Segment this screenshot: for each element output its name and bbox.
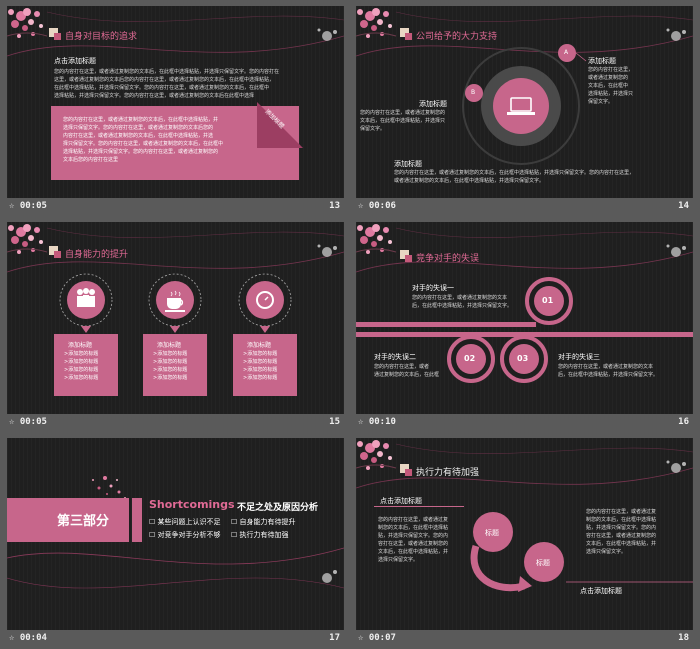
timing-label: ☆ 00:10 [358, 417, 396, 427]
slide-footer: ☆ 00:10 16 [356, 414, 693, 431]
slide-subtitle: 点击添加标题 [54, 57, 96, 65]
title-square-icon [405, 469, 412, 476]
feature-card: 添加标题 >添加您的标题 >添加您的标题 >添加您的标题 >添加您的标题 [233, 334, 297, 396]
slide-thumbnail-14[interactable]: 公司给予的大力支持 A B 添加标题 您的内容打在这里， 或者通过复制您的 文本后… [356, 6, 693, 215]
section-title: 第三部分 [57, 514, 110, 529]
mistake-3-text: 您的内容打在这里，或者通过复制您的文本 后，在此框中选择粘贴，并选择只保留文字。 [558, 364, 659, 378]
title-square-icon [405, 33, 412, 40]
slide-canvas: 自身对目标的追求 点击添加标题 您的内容打在这里，或者通过复制您的文本后，在此框… [7, 6, 344, 198]
point-b-heading: 添加标题 [419, 100, 447, 108]
slide-canvas: 第三部分 Shortcomings 不足之处及原因分析 ☐ 某些问题上认识不足 … [7, 438, 344, 630]
checklist-item: ☐ 某些问题上认识不足 [149, 518, 221, 526]
mistake-2-text: 您的内容打在这里，或者 通过复制您的文本后，在此框 [374, 364, 440, 378]
card-list: >添加您的标题 >添加您的标题 >添加您的标题 >添加您的标题 [64, 351, 99, 381]
slide-footer: ☆ 00:06 14 [356, 198, 693, 215]
mistake-2-heading: 对手的失误二 [374, 353, 416, 361]
card-heading: 添加标题 [68, 342, 93, 349]
timing-label: ☆ 00:05 [9, 417, 47, 427]
feature-card: 添加标题 >添加您的标题 >添加您的标题 >添加您的标题 >添加您的标题 [143, 334, 207, 396]
point-c-heading: 添加标题 [394, 160, 422, 168]
mistake-3-heading: 对手的失误三 [558, 353, 600, 361]
checklist-item: ☐ 执行力有待加强 [231, 531, 289, 539]
step-02: 02 [464, 354, 476, 363]
timing-label: ☆ 00:06 [358, 201, 396, 211]
flower-decoration-icon [356, 439, 397, 471]
body-text: 您的内容打在这里，或者通过复制您的文本后，在此框中选择粘贴，并选择只保留文字。您… [54, 69, 280, 99]
slide-footer: ☆ 00:07 18 [356, 630, 693, 647]
title-square-icon [54, 33, 61, 40]
bubble-1-label: 标题 [485, 529, 499, 537]
checklist-item: ☐ 对竞争对手分析不够 [149, 531, 221, 539]
mistake-1-text: 您的内容打在这里，或者通过复制您的文本 后，在此框中选择粘贴，并选择只保留文字。 [412, 295, 513, 309]
left-text: 您的内容打在这里，或者通过复 制您的文本后，在此框中选择粘 贴，并选择只保留文字。… [378, 517, 449, 563]
slide-canvas: 公司给予的大力支持 A B 添加标题 您的内容打在这里， 或者通过复制您的 文本后… [356, 6, 693, 198]
slide-thumbnail-18[interactable]: 执行力有待加强 点击添加标题 您的内容打在这里，或者通过复 制您的文本后，在此框中… [356, 438, 693, 647]
slide-canvas: 执行力有待加强 点击添加标题 您的内容打在这里，或者通过复 制您的文本后，在此框中… [356, 438, 693, 630]
feature-card: 添加标题 >添加您的标题 >添加您的标题 >添加您的标题 >添加您的标题 [54, 334, 118, 396]
slide-title: 执行力有待加强 [416, 467, 480, 478]
mistake-1-heading: 对手的失误一 [412, 284, 454, 292]
people-icon [59, 273, 113, 327]
point-c-text: 您的内容打在这里，或者通过复制您的文本后，在此框中选择粘贴，并选择只保留文字。您… [394, 170, 635, 184]
card-heading: 添加标题 [247, 342, 272, 349]
slide-title: 自身能力的提升 [65, 249, 129, 260]
slide-canvas: 竞争对手的失误 01 02 03 对手的失误一 您的内容打在这里，或者通过复制您… [356, 222, 693, 414]
marker-b: B [471, 89, 476, 96]
title-square-icon [405, 255, 412, 262]
timing-label: ☆ 00:04 [9, 633, 47, 643]
slide-footer: ☆ 00:05 13 [7, 198, 344, 215]
slide-footer: ☆ 00:05 15 [7, 414, 344, 431]
right-text: 您的内容打在这里，或者通过复 制您的文本后，在此框中选择粘 贴，并选择只保留文字。… [586, 509, 657, 555]
bubble-2-label: 标题 [536, 559, 550, 567]
title-square-icon [54, 251, 61, 258]
slide-title: 自身对目标的追求 [65, 31, 138, 42]
flower-decoration-icon [7, 7, 48, 39]
slide-thumbnail-17[interactable]: 第三部分 Shortcomings 不足之处及原因分析 ☐ 某些问题上认识不足 … [7, 438, 344, 647]
timing-label: ☆ 00:07 [358, 633, 396, 643]
slide-number: 14 [678, 201, 689, 211]
slide-title: 公司给予的大力支持 [416, 31, 498, 42]
point-a-heading: 添加标题 [588, 57, 616, 65]
timing-label: ☆ 00:05 [9, 201, 47, 211]
slide-number: 13 [329, 201, 340, 211]
slide-thumbnail-15[interactable]: 自身能力的提升 添加标题 >添加您的标题 >添加您的标题 >添加您的标题 >添加… [7, 222, 344, 431]
step-03: 03 [517, 354, 529, 363]
section-heading-en: Shortcomings [149, 498, 235, 511]
marker-a: A [564, 49, 569, 56]
bottom-heading: 点击添加标题 [580, 587, 622, 595]
point-b-text: 您的内容打在这里，或者通过复制您的 文本后，在此框中选择粘贴，并选择只 保留文字。 [360, 110, 446, 132]
flower-decoration-icon [7, 223, 48, 255]
slide-footer: ☆ 00:04 17 [7, 630, 344, 647]
divider [374, 506, 464, 507]
step-01: 01 [542, 296, 554, 305]
coffee-icon [148, 273, 202, 327]
clock-icon [238, 273, 292, 327]
box-text: 您的内容打在这里，或者通过复制您的文本后，在此框中选择粘贴，并 选择只保留文字。您… [63, 117, 224, 163]
checklist-item: ☐ 自身能力有待提升 [231, 518, 296, 526]
slide-title: 竞争对手的失误 [416, 253, 480, 264]
card-list: >添加您的标题 >添加您的标题 >添加您的标题 >添加您的标题 [153, 351, 188, 381]
flower-decoration-icon [356, 223, 397, 255]
flower-decoration-icon [356, 7, 397, 39]
slide-number: 18 [678, 633, 689, 643]
slide-canvas: 自身能力的提升 添加标题 >添加您的标题 >添加您的标题 >添加您的标题 >添加… [7, 222, 344, 414]
section-heading: 点击添加标题 [380, 497, 422, 505]
slide-thumbnail-16[interactable]: 竞争对手的失误 01 02 03 对手的失误一 您的内容打在这里，或者通过复制您… [356, 222, 693, 431]
slide-number: 16 [678, 417, 689, 427]
banner-accent [132, 498, 142, 542]
slide-number: 15 [329, 417, 340, 427]
card-heading: 添加标题 [157, 342, 182, 349]
slide-thumbnail-13[interactable]: 自身对目标的追求 点击添加标题 您的内容打在这里，或者通过复制您的文本后，在此框… [7, 6, 344, 215]
slide-number: 17 [329, 633, 340, 643]
section-heading-cn: 不足之处及原因分析 [237, 503, 319, 513]
card-list: >添加您的标题 >添加您的标题 >添加您的标题 >添加您的标题 [243, 351, 278, 381]
point-a-text: 您的内容打在这里， 或者通过复制您的 文本后，在此框中 选择粘贴，并选择只 保留文字… [588, 67, 634, 105]
